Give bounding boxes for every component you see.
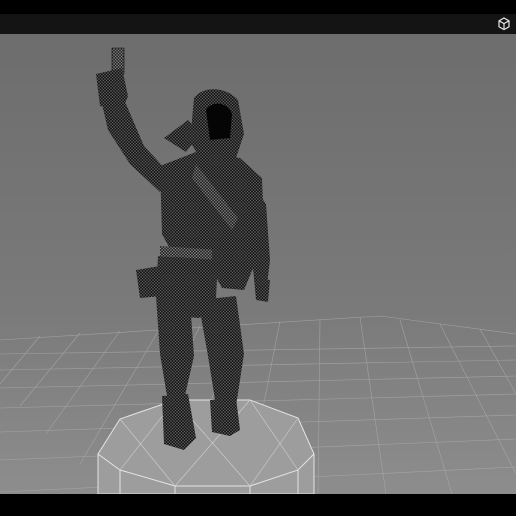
scene-canvas — [0, 34, 516, 494]
bottom-letterbox-bar — [0, 494, 516, 516]
3d-viewport[interactable] — [0, 34, 516, 494]
3d-view-button[interactable] — [496, 16, 512, 32]
3d-cube-icon — [498, 17, 510, 31]
model-viewer — [0, 0, 516, 516]
top-letterbox-bar — [0, 0, 516, 14]
viewer-toolbar — [0, 14, 516, 34]
